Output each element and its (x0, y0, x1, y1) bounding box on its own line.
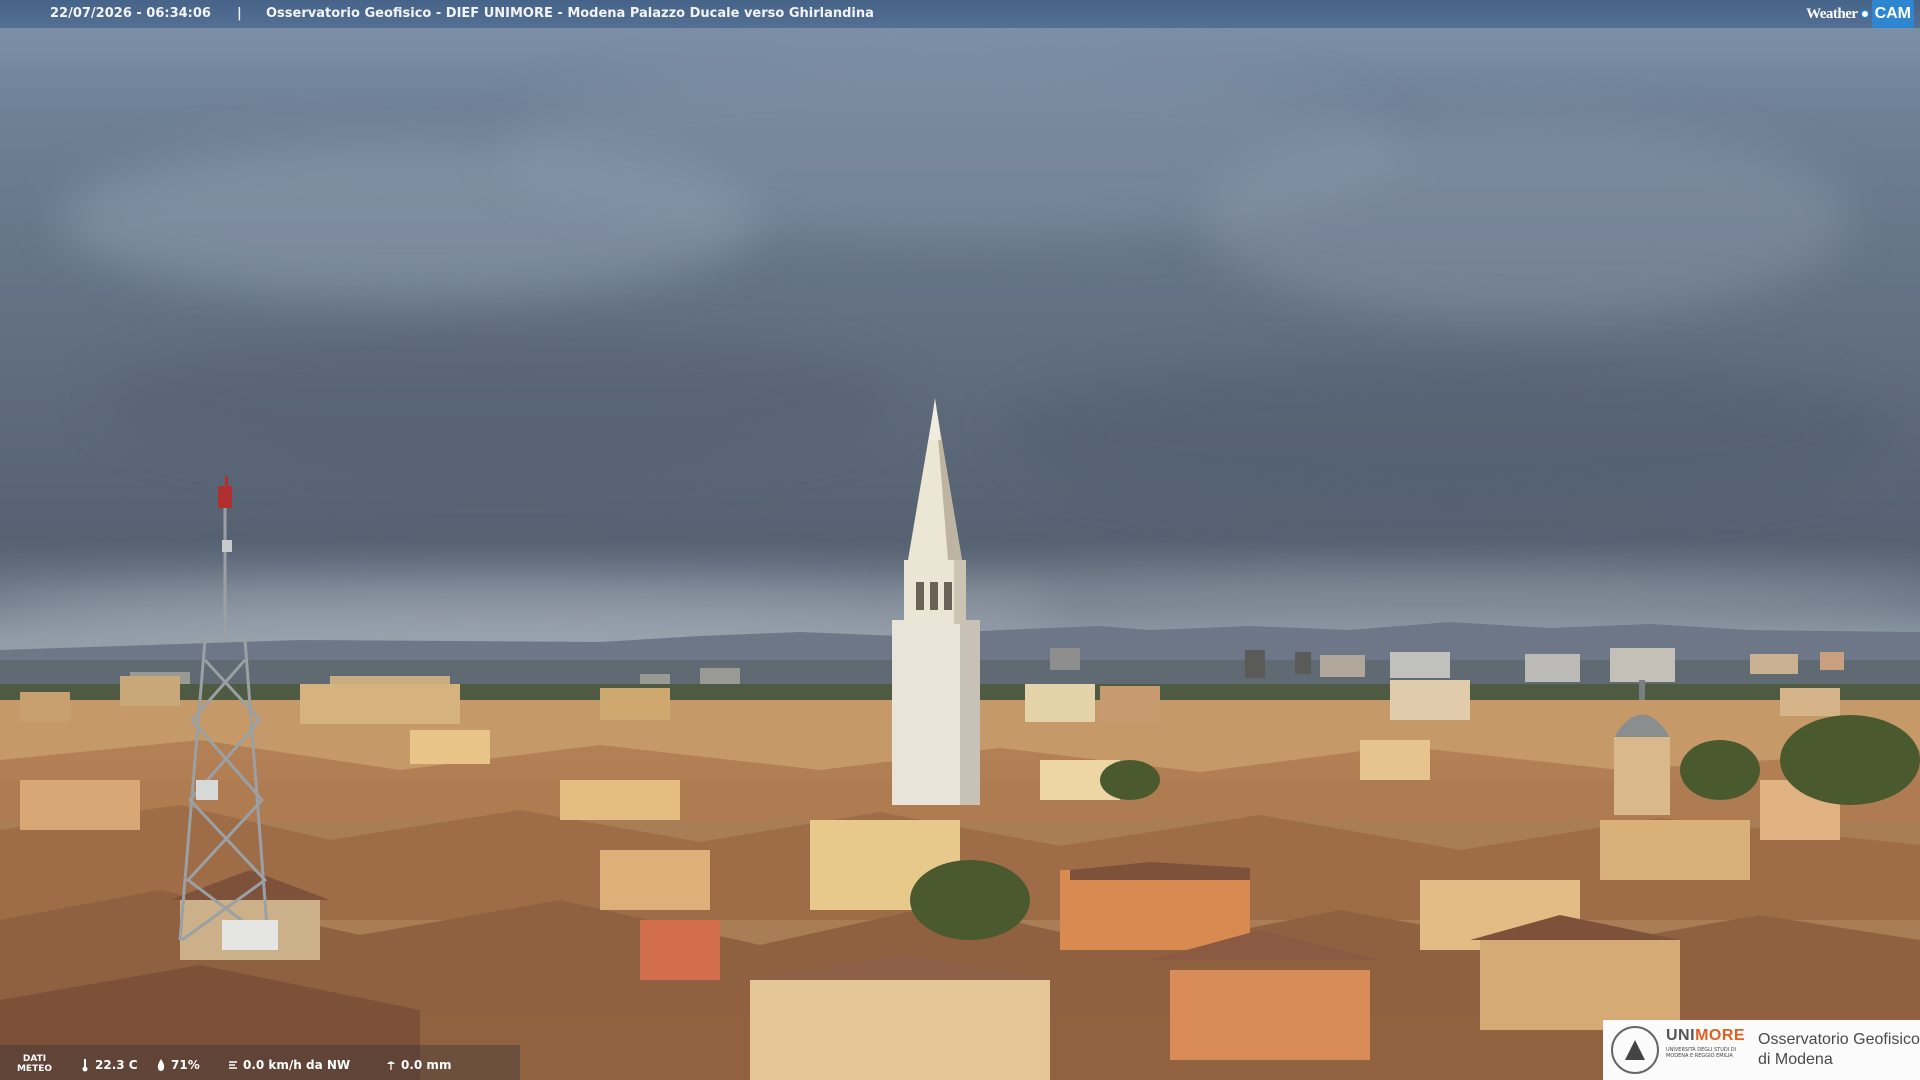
university-seal-icon (1611, 1026, 1659, 1074)
humidity-value: 71% (171, 1058, 200, 1072)
ghirlandina-tower (892, 398, 980, 805)
temperature-reading: 22.3 C (80, 1058, 138, 1072)
weathercam-word: Weather (1806, 6, 1858, 22)
rain-value: 0.0 mm (401, 1058, 452, 1072)
temperature-value: 22.3 C (95, 1058, 138, 1072)
wind-value: 0.0 km/h da NW (243, 1058, 351, 1072)
unimore-wordmark: UNIMORE (1666, 1027, 1746, 1044)
separator: | (237, 6, 242, 21)
droplet-icon (157, 1059, 165, 1071)
wind-reading: 0.0 km/h da NW (228, 1058, 350, 1072)
humidity-reading: 71% (156, 1058, 200, 1072)
city-skyline (0, 398, 1920, 1080)
timestamp: 22/07/2026 - 06:34:06 (50, 6, 211, 21)
weathercam-dot-icon (1859, 9, 1870, 19)
unimore-subtitle: UNIVERSITÀ DEGLI STUDI DI MODENA E REGGI… (1666, 1047, 1737, 1059)
weathercam-cam: CAM (1871, 0, 1914, 28)
weathercam-logo: Weather CAM (1806, 0, 1914, 28)
top-info-bar: 22/07/2026 - 06:34:06 | Osservatorio Geo… (0, 0, 1920, 28)
unimore-logo-card: UNIMORE UNIVERSITÀ DEGLI STUDI DI MODENA… (1603, 1020, 1920, 1080)
observatory-name: Osservatorio Geofisico di Modena (1758, 1031, 1920, 1068)
meteo-overlay: DATI METEO 22.3 C 71% 0.0 km/h da NW 0.0… (0, 1050, 520, 1080)
rain-reading: 0.0 mm (386, 1058, 451, 1072)
meteo-label: DATI METEO (16, 1054, 53, 1074)
camera-title: Osservatorio Geofisico - DIEF UNIMORE - … (266, 6, 874, 21)
thermometer-icon (82, 1059, 88, 1072)
webcam-image (0, 0, 1920, 1080)
rain-gauge-icon (387, 1061, 395, 1070)
wind-icon (229, 1061, 237, 1069)
